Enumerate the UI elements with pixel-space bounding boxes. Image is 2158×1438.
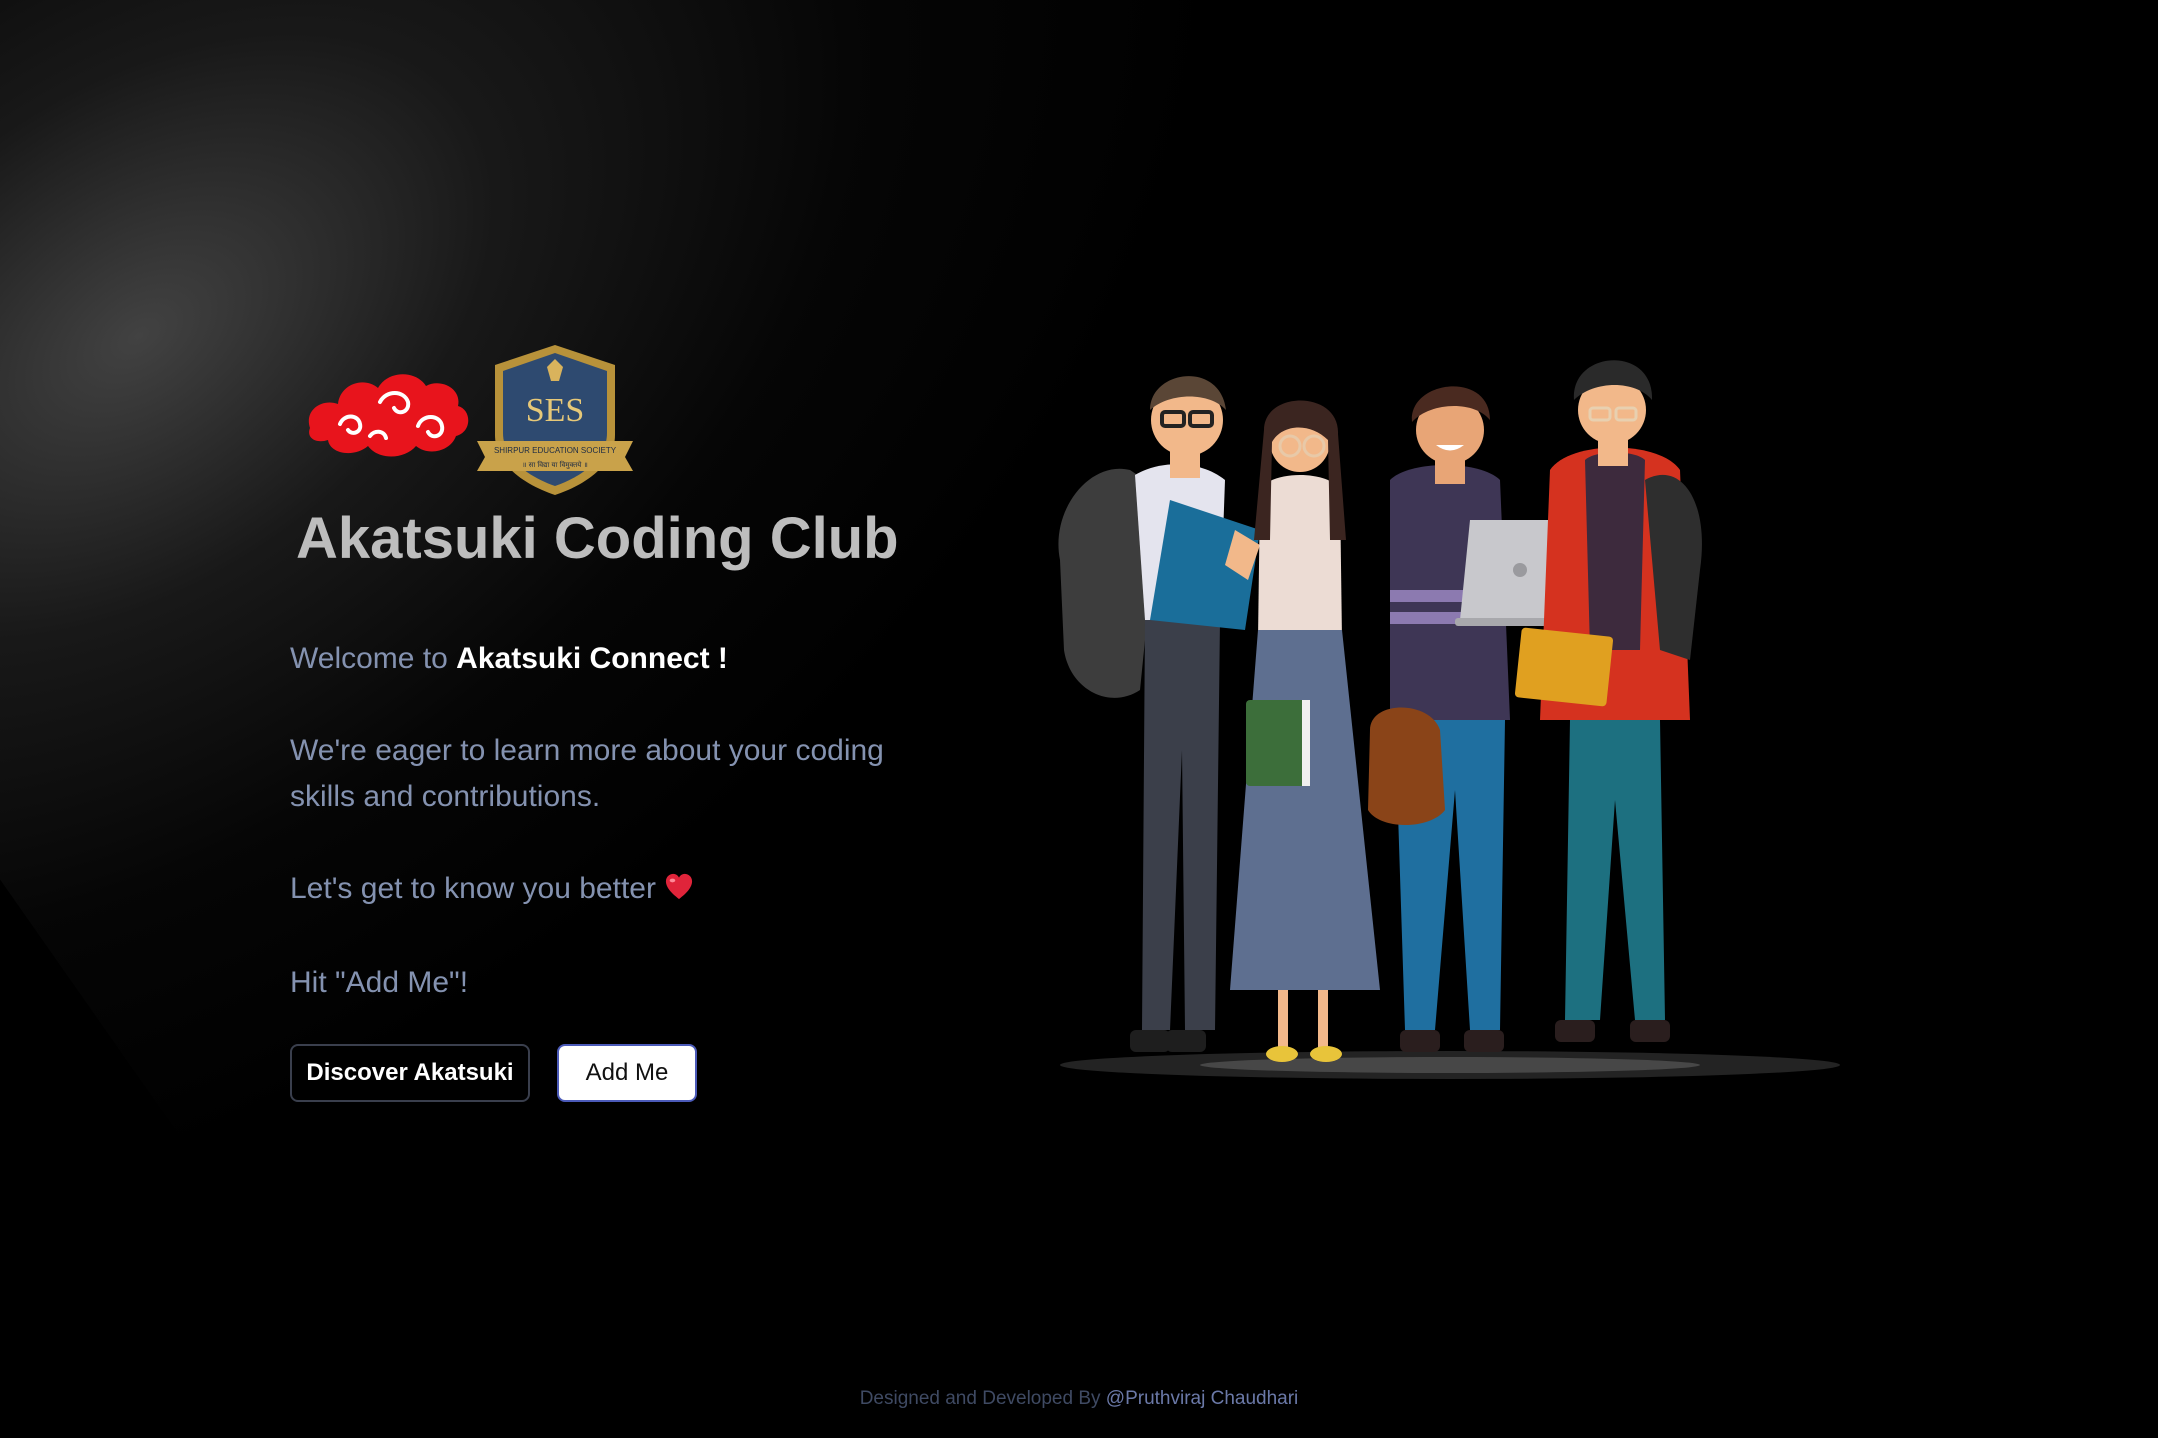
welcome-text: Welcome to Akatsuki Connect ! <box>290 636 728 682</box>
know-you-text: Let's get to know you better <box>290 866 694 912</box>
know-you-label: Let's get to know you better <box>290 872 656 905</box>
ses-logo-text: SES <box>526 392 585 429</box>
welcome-brand: Akatsuki Connect ! <box>456 642 728 675</box>
logo-row: SES SHIRPUR EDUCATION SOCIETY ॥ सा विद्य… <box>300 340 640 500</box>
ses-ribbon-text: SHIRPUR EDUCATION SOCIETY <box>494 446 617 455</box>
footer: Designed and Developed By @Pruthviraj Ch… <box>0 1388 2158 1410</box>
hit-add-me-text: Hit "Add Me"! <box>290 966 469 999</box>
author-link[interactable]: @Pruthviraj Chaudhari <box>1106 1388 1299 1409</box>
add-me-button[interactable]: Add Me <box>557 1044 697 1102</box>
ses-crest-logo: SES SHIRPUR EDUCATION SOCIETY ॥ सा विद्य… <box>477 345 633 495</box>
heart-icon <box>665 873 693 900</box>
student-one-figure <box>1058 376 1260 1052</box>
akatsuki-cloud-icon <box>308 374 469 457</box>
footer-prefix: Designed and Developed By <box>859 1388 1106 1409</box>
discover-akatsuki-button[interactable]: Discover Akatsuki <box>290 1044 530 1102</box>
student-four-figure <box>1514 360 1702 1042</box>
eager-text: We're eager to learn more about your cod… <box>290 734 884 813</box>
page-title: Akatsuki Coding Club <box>296 506 899 571</box>
welcome-prefix: Welcome to <box>290 642 457 675</box>
logo-group: SES SHIRPUR EDUCATION SOCIETY ॥ सा विद्य… <box>308 345 633 495</box>
ses-motto-text: ॥ सा विद्या या विमुक्तये ॥ <box>522 460 588 469</box>
student-two-figure <box>1230 400 1380 1062</box>
landing-page: SES SHIRPUR EDUCATION SOCIETY ॥ सा विद्य… <box>0 0 2158 1438</box>
students-illustration <box>1058 360 1840 1079</box>
